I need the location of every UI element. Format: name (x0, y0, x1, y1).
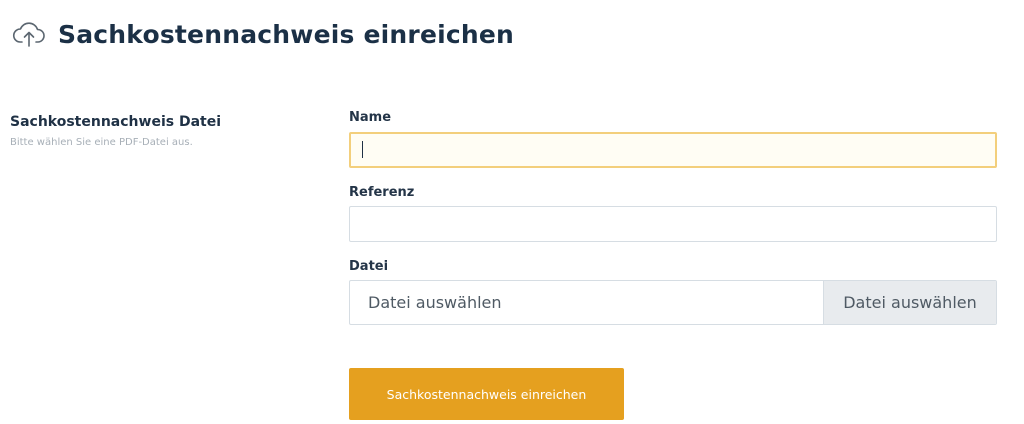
file-picker-placeholder[interactable]: Datei auswählen (350, 281, 823, 324)
name-input[interactable] (349, 132, 997, 168)
cloud-upload-icon (12, 19, 46, 49)
submit-button[interactable]: Sachkostennachweis einreichen (349, 368, 624, 420)
reference-label: Referenz (349, 185, 415, 200)
reference-input[interactable] (349, 206, 997, 242)
file-browse-button[interactable]: Datei auswählen (823, 281, 996, 324)
section-info: Sachkostennachweis Datei Bitte wählen Si… (10, 114, 310, 148)
page-title: Sachkostennachweis einreichen (58, 19, 515, 49)
file-label: Datei (349, 259, 389, 274)
page-header: Sachkostennachweis einreichen (12, 14, 514, 54)
file-picker[interactable]: Datei auswählen Datei auswählen (349, 280, 997, 325)
section-title: Sachkostennachweis Datei (10, 114, 222, 130)
name-label: Name (349, 110, 392, 125)
section-description: Bitte wählen Sie eine PDF-Datei aus. (10, 137, 193, 148)
text-cursor (362, 141, 363, 158)
